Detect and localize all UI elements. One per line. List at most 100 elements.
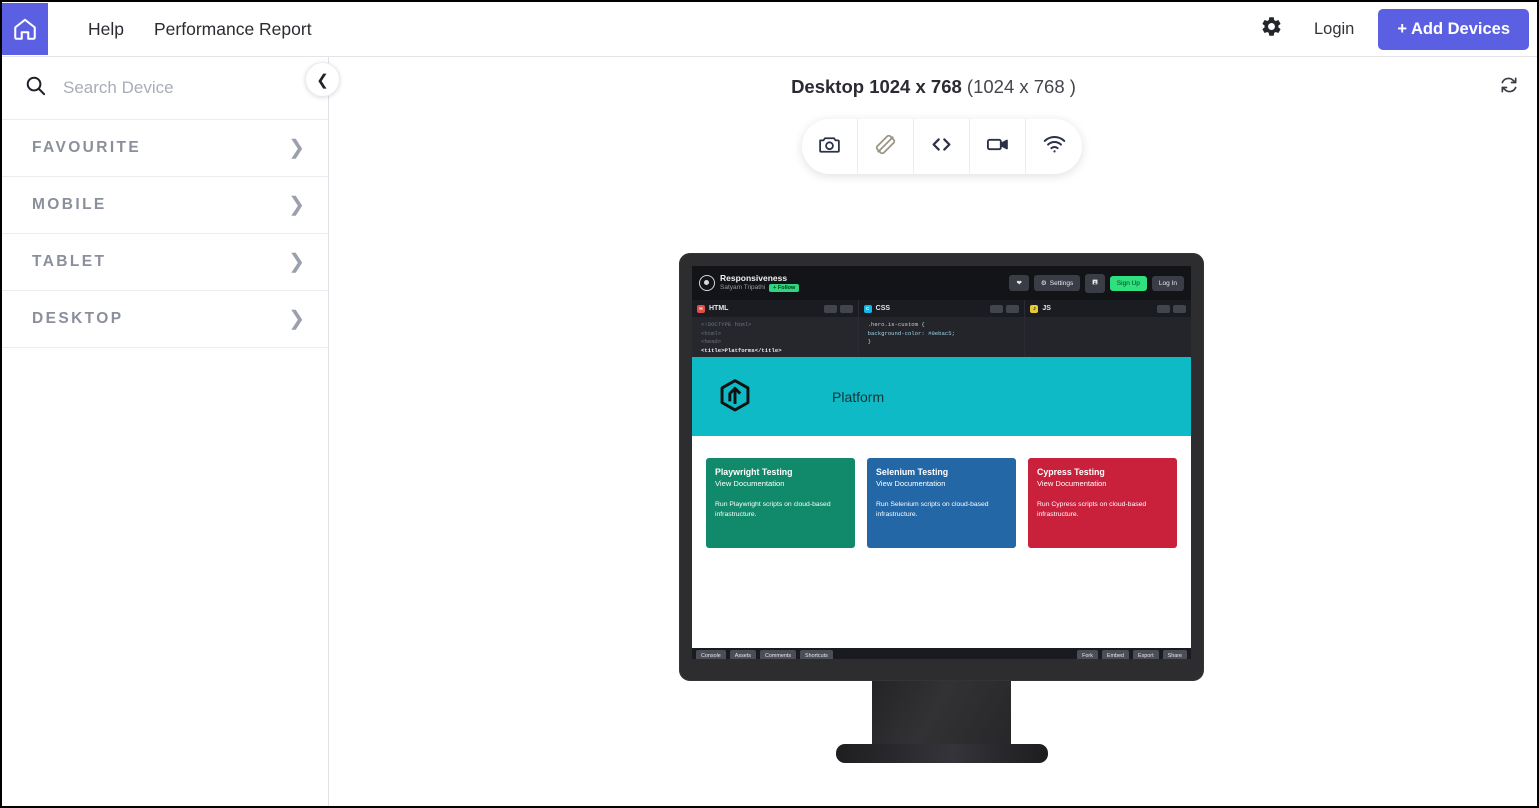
monitor-base: [835, 744, 1048, 763]
nav-link-help[interactable]: Help: [88, 19, 124, 40]
css-code-block[interactable]: .hero.is-custom { background-color: #0eb…: [858, 317, 1025, 357]
sidebar-category-tablet[interactable]: TABLET ❯: [2, 234, 328, 291]
card-title: Selenium Testing: [876, 467, 949, 477]
card-description: Run Cypress scripts on cloud-based infra…: [1037, 500, 1147, 519]
chevron-right-icon: ❯: [288, 137, 305, 159]
footer-export-button[interactable]: Export: [1133, 650, 1159, 659]
card-title: Cypress Testing: [1037, 467, 1105, 477]
code-inspector-icon: [928, 131, 955, 163]
sidebar-collapse-button[interactable]: ❮: [305, 62, 340, 97]
footer-comments-button[interactable]: Comments: [759, 650, 797, 659]
editor-footer-right: Fork Embed Export Share: [1077, 650, 1187, 659]
refresh-button[interactable]: [1494, 72, 1524, 102]
record-video-icon: [985, 132, 1010, 162]
panel-header: C CSS: [858, 300, 1025, 317]
editor-logo-icon: [699, 275, 715, 291]
footer-shortcuts-button[interactable]: Shortcuts: [800, 650, 833, 659]
page-hero-title: Platform: [832, 388, 885, 405]
monitor-bezel: Responsiveness Satyam Tripathi + Follow …: [679, 253, 1204, 681]
record-video-button[interactable]: [970, 119, 1026, 174]
device-sidebar: FAVOURITE ❯ MOBILE ❯ TABLET ❯ DESKTOP ❯: [2, 57, 329, 806]
chevron-right-icon: ❯: [288, 194, 305, 216]
editor-settings-label: Settings: [1049, 279, 1074, 287]
home-icon: [12, 16, 38, 42]
code-line: background-color: #0ebac5;: [867, 329, 955, 337]
panel-menu-button[interactable]: [1173, 304, 1187, 313]
footer-console-button[interactable]: Console: [696, 650, 726, 659]
css-tag-icon: C: [863, 304, 872, 313]
rendered-page-preview: Platform Playwright Testing View Documen…: [692, 357, 1191, 648]
card-selenium-testing[interactable]: Selenium Testing View Documentation Run …: [867, 458, 1016, 548]
editor-login-button[interactable]: Log In: [1151, 275, 1184, 291]
add-devices-button[interactable]: + Add Devices: [1378, 8, 1529, 50]
chevron-right-icon: ❯: [288, 251, 305, 273]
panel-header: H HTML: [692, 300, 858, 317]
pen-author-row: Satyam Tripathi + Follow: [720, 283, 800, 293]
html-tag-icon: H: [697, 304, 705, 313]
sidebar-category-label: TABLET: [32, 253, 107, 270]
settings-button[interactable]: [1252, 9, 1292, 49]
footer-share-button[interactable]: Share: [1162, 650, 1187, 659]
device-resolution: (1024 x 768 ): [966, 76, 1076, 97]
follow-badge[interactable]: + Follow: [769, 283, 800, 293]
footer-fork-button[interactable]: Fork: [1077, 650, 1098, 659]
editor-signup-button[interactable]: Sign Up: [1109, 275, 1147, 291]
panel-maximize-button[interactable]: [1157, 304, 1171, 313]
code-line: .hero.is-custom {: [867, 321, 925, 328]
page-card-grid: Playwright Testing View Documentation Ru…: [692, 436, 1191, 548]
pen-title: Responsiveness: [720, 272, 788, 283]
editor-settings-button[interactable]: ⚙ Settings: [1033, 275, 1081, 291]
panel-header: J JS: [1025, 300, 1191, 317]
chevron-left-icon: ❮: [316, 71, 329, 89]
card-link[interactable]: View Documentation: [1037, 479, 1168, 488]
panel-maximize-button[interactable]: [990, 304, 1004, 313]
topbar-right-group: Login + Add Devices: [1252, 8, 1537, 50]
code-line: }: [867, 338, 872, 346]
nav-link-performance-report[interactable]: Performance Report: [154, 19, 312, 40]
device-preview-area: Desktop 1024 x 768 (1024 x 768 ) Respons…: [330, 57, 1537, 806]
login-button[interactable]: Login: [1314, 20, 1354, 39]
js-tag-icon: J: [1030, 304, 1039, 313]
app-window: Help Performance Report Login + Add Devi…: [0, 0, 1539, 808]
editor-panel-js[interactable]: J JS: [1025, 300, 1191, 357]
footer-embed-button[interactable]: Embed: [1101, 650, 1130, 659]
device-name: Desktop 1024 x 768: [791, 76, 962, 97]
panel-name: HTML: [709, 305, 729, 312]
gear-icon: ⚙: [1040, 280, 1047, 287]
js-code-block[interactable]: [1025, 317, 1191, 357]
screenshot-icon: [817, 132, 842, 162]
network-throttle-button[interactable]: [1026, 119, 1082, 174]
card-description: Run Selenium scripts on cloud-based infr…: [876, 500, 989, 519]
code-inspector-button[interactable]: [914, 119, 970, 174]
rotate-screen-button[interactable]: [858, 119, 914, 174]
page-hero-section: Platform: [692, 357, 1191, 436]
editor-panel-css[interactable]: C CSS .hero.is-custom { background-color…: [858, 300, 1026, 357]
sidebar-category-desktop[interactable]: DESKTOP ❯: [2, 291, 328, 348]
search-input[interactable]: [63, 78, 303, 98]
pen-author: Satyam Tripathi: [720, 284, 766, 292]
card-link[interactable]: View Documentation: [715, 479, 846, 488]
panel-menu-button[interactable]: [1006, 304, 1020, 313]
save-icon: 🖪: [1092, 278, 1098, 286]
device-toolbar: [802, 119, 1082, 174]
panel-menu-button[interactable]: [839, 304, 853, 313]
screenshot-button[interactable]: [802, 119, 858, 174]
editor-footer: Console Assets Comments Shortcuts Fork E…: [692, 648, 1191, 659]
panel-maximize-button[interactable]: [823, 304, 837, 313]
code-line: <head>: [701, 338, 722, 346]
editor-save-button[interactable]: 🖪: [1085, 273, 1105, 293]
editor-panel-html[interactable]: H HTML <!DOCTYPE html> <html> <head> <ti…: [692, 300, 859, 357]
sidebar-category-favourite[interactable]: FAVOURITE ❯: [2, 120, 328, 177]
card-cypress-testing[interactable]: Cypress Testing View Documentation Run C…: [1028, 458, 1177, 548]
card-link[interactable]: View Documentation: [876, 479, 1007, 488]
device-screen[interactable]: Responsiveness Satyam Tripathi + Follow …: [692, 266, 1191, 659]
home-button[interactable]: [2, 3, 48, 55]
sidebar-category-mobile[interactable]: MOBILE ❯: [2, 177, 328, 234]
refresh-icon: [1499, 75, 1519, 100]
card-description: Run Playwright scripts on cloud-based in…: [715, 500, 831, 519]
html-code-block[interactable]: <!DOCTYPE html> <html> <head> <title>Pla…: [692, 317, 858, 357]
editor-heart-button[interactable]: ❤: [1009, 275, 1029, 291]
card-playwright-testing[interactable]: Playwright Testing View Documentation Ru…: [706, 458, 855, 548]
rotate-screen-icon: [873, 132, 898, 162]
footer-assets-button[interactable]: Assets: [729, 650, 756, 659]
